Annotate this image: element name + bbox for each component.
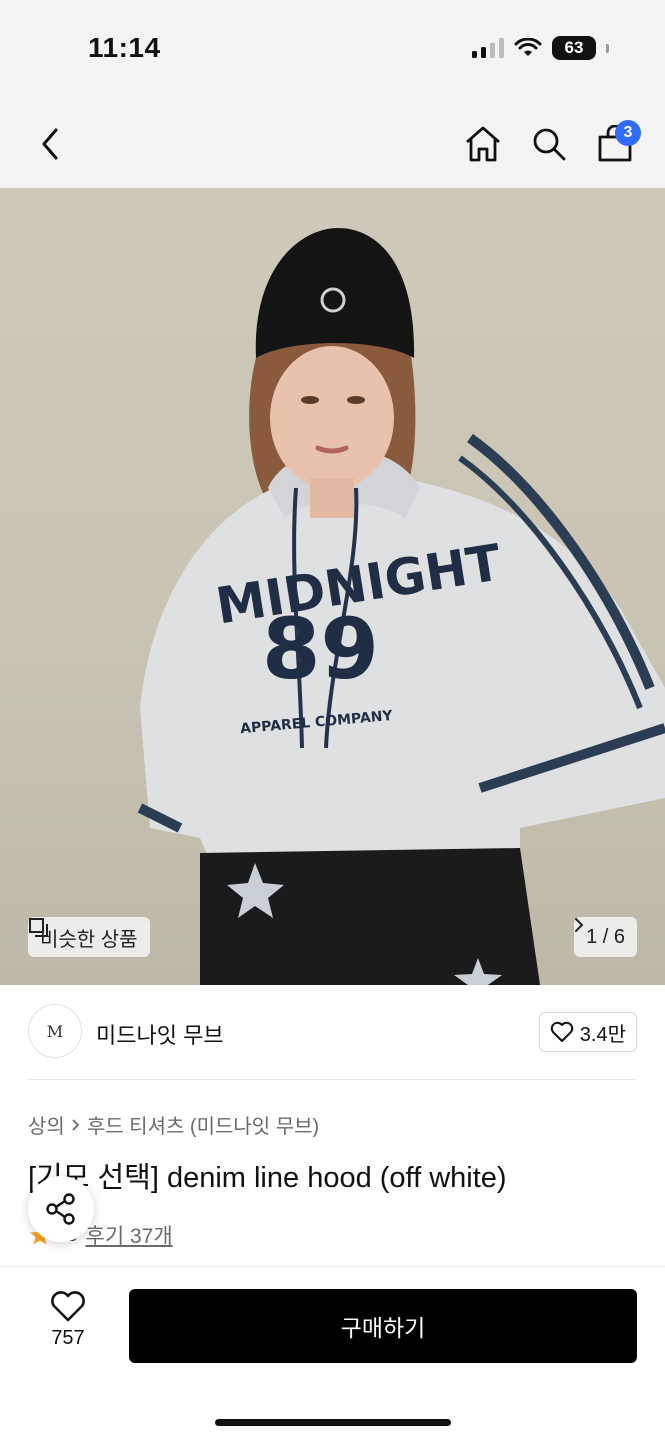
wish-count: 757	[51, 1327, 85, 1349]
breadcrumb-subcategory[interactable]: 후드 티셔츠 (미드나잇 무브)	[87, 1110, 319, 1139]
home-indicator	[215, 1419, 451, 1426]
image-page-indicator[interactable]: 1 / 6	[574, 917, 637, 957]
battery-cap	[606, 43, 609, 53]
brand-row[interactable]: M 미드나잇 무브 3.4만	[28, 1004, 637, 1060]
product-image[interactable]: MIDNIGHT 89 APPAREL COMPANY 비슷한 상품 1 / 6	[0, 188, 665, 985]
chevron-right-icon	[72, 1118, 80, 1131]
home-button[interactable]	[463, 122, 503, 166]
cart-badge: 3	[615, 120, 641, 146]
battery-level: 63	[564, 38, 584, 57]
back-button[interactable]	[30, 122, 70, 166]
brand-like-button[interactable]: 3.4만	[538, 1012, 637, 1052]
heart-icon	[550, 1021, 573, 1042]
hoodie-print-line3: APPAREL COMPANY	[240, 708, 394, 737]
nav-bar: 3	[0, 100, 665, 188]
status-icons: 63	[472, 36, 609, 60]
share-button[interactable]	[28, 1176, 94, 1242]
brand-name[interactable]: 미드나잇 무브	[96, 1018, 224, 1050]
wifi-icon	[514, 38, 542, 56]
status-bar: 11:14 63	[0, 0, 665, 100]
product-title: [기모 선택] denim line hood (off white)	[28, 1162, 507, 1194]
search-icon	[533, 128, 566, 161]
search-button[interactable]	[529, 122, 569, 166]
share-icon	[46, 1193, 75, 1225]
buy-button[interactable]: 구매하기	[129, 1289, 637, 1363]
page-indicator-text: 1 / 6	[586, 925, 625, 948]
battery-icon: 63	[552, 36, 596, 60]
bottom-action-bar: 757 구매하기	[0, 1266, 665, 1440]
brand-logo-text: M	[46, 1021, 64, 1041]
breadcrumb: 상의 후드 티셔츠 (미드나잇 무브)	[28, 1110, 319, 1139]
breadcrumb-category[interactable]: 상의	[28, 1110, 65, 1139]
brand-like-count: 3.4만	[579, 1023, 626, 1046]
similar-products-label: 비슷한 상품	[40, 928, 138, 951]
cellular-signal-icon	[472, 38, 504, 58]
heart-icon	[51, 1291, 85, 1322]
divider	[28, 1079, 637, 1080]
cart-button[interactable]: 3	[595, 120, 641, 166]
wish-button[interactable]: 757	[36, 1291, 100, 1350]
nav-actions: 3	[463, 120, 641, 166]
home-icon	[466, 126, 500, 162]
chevron-right-icon	[575, 918, 584, 932]
similar-products-icon	[29, 918, 48, 937]
status-time: 11:14	[88, 32, 161, 63]
hoodie-print-line2: 89	[262, 600, 379, 698]
review-link[interactable]: 후기 37개	[86, 1220, 173, 1250]
back-icon	[42, 128, 58, 160]
hoodie-print: MIDNIGHT 89 APPAREL COMPANY	[212, 533, 505, 737]
similar-products-button[interactable]: 비슷한 상품	[28, 917, 150, 957]
brand-logo[interactable]: M	[28, 1004, 82, 1058]
